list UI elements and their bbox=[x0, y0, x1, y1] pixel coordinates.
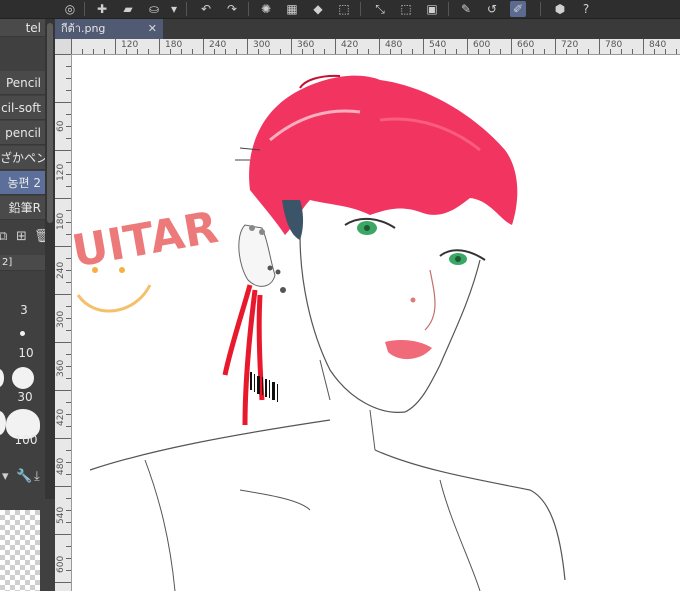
color-preview-checker bbox=[0, 510, 40, 591]
ruler-left: 60 120 180 240 300 360 420 480 540 600 bbox=[55, 54, 72, 591]
ruler-left-label: 240 bbox=[56, 261, 66, 279]
brush-size-10[interactable]: 10 bbox=[14, 346, 38, 360]
ruler-top-label: 540 bbox=[429, 40, 447, 50]
ruler-top: 120 180 240 300 360 420 480 540 600 660 … bbox=[71, 39, 680, 55]
lips bbox=[385, 340, 432, 360]
wrench-icon[interactable]: 🔧 bbox=[16, 469, 32, 484]
size-panel-header: 2] bbox=[0, 255, 45, 271]
ruler-top-label: 180 bbox=[165, 40, 183, 50]
drawing-canvas[interactable]: UITAR bbox=[72, 55, 680, 591]
brush-size-dot bbox=[20, 331, 25, 336]
artwork: UITAR bbox=[72, 74, 566, 591]
ruler-left-label: 540 bbox=[56, 506, 66, 524]
ruler-top-label: 420 bbox=[341, 40, 359, 50]
redo-icon[interactable]: ↷ bbox=[224, 1, 240, 17]
ruler-top-label: 780 bbox=[605, 40, 623, 50]
dropdown-icon[interactable]: ▾ bbox=[166, 1, 182, 17]
brush-size-dot bbox=[0, 411, 6, 435]
fill-icon[interactable]: ▦ bbox=[284, 1, 300, 17]
invert-icon[interactable]: ▣ bbox=[424, 1, 440, 17]
ruler-top-label: 600 bbox=[473, 40, 491, 50]
eraser-icon[interactable]: ↺ bbox=[484, 1, 500, 17]
tab-title: กีต้า.png bbox=[61, 22, 106, 35]
transform-icon[interactable]: ◆ bbox=[310, 1, 326, 17]
ruler-left-label: 120 bbox=[56, 163, 66, 181]
ruler-top-ticks bbox=[71, 39, 677, 54]
toolbar-divider bbox=[360, 2, 361, 16]
ruler-left-label: 480 bbox=[56, 457, 66, 475]
ruler-left-label: 600 bbox=[56, 555, 66, 573]
ruler-top-label: 660 bbox=[517, 40, 535, 50]
shoulders bbox=[89, 419, 566, 581]
toolbar-divider bbox=[186, 2, 187, 16]
brush-size-dot bbox=[0, 369, 4, 387]
hair-strands bbox=[222, 284, 265, 426]
ruler-left-label: 300 bbox=[56, 310, 66, 328]
undo-icon[interactable]: ↶ bbox=[198, 1, 214, 17]
document-tabbar: กีต้า.png ✕ bbox=[55, 19, 680, 39]
help-icon[interactable]: ? bbox=[578, 1, 594, 17]
panel-header: tel bbox=[0, 19, 45, 37]
new-icon[interactable]: ✚ bbox=[94, 1, 110, 17]
ruler-left-label: 360 bbox=[56, 359, 66, 377]
deselect-icon[interactable]: ⬚ bbox=[398, 1, 414, 17]
brush-item-pencil-soft[interactable]: cil-soft bbox=[0, 96, 45, 120]
ruler-top-label: 720 bbox=[561, 40, 579, 50]
ear bbox=[238, 224, 276, 287]
ruler-left-label: 180 bbox=[56, 212, 66, 230]
artwork-text: UITAR bbox=[72, 202, 222, 278]
pen-icon[interactable]: ✎ bbox=[458, 1, 474, 17]
add-icon[interactable]: ⊞ bbox=[16, 229, 27, 244]
quick-access-icon[interactable]: ◎ bbox=[62, 1, 78, 17]
brush-item-zaka-pen[interactable]: ざかペン bbox=[0, 146, 45, 170]
ruler-top-label: 360 bbox=[297, 40, 315, 50]
toolbar-divider bbox=[248, 2, 249, 16]
brush-panel-scrollbar[interactable] bbox=[45, 19, 55, 499]
ruler-left-label: 60 bbox=[56, 120, 66, 132]
settings-icon[interactable]: ▾ bbox=[2, 469, 9, 484]
tab-document[interactable]: กีต้า.png ✕ bbox=[55, 19, 163, 39]
brush-size-3[interactable]: 3 bbox=[14, 303, 34, 317]
toolbar-divider bbox=[448, 2, 449, 16]
brush-size-30[interactable]: 30 bbox=[12, 390, 38, 404]
copy-icon[interactable]: ⧉ bbox=[0, 229, 7, 244]
ruler-top-label: 840 bbox=[649, 40, 667, 50]
toolbar-divider bbox=[84, 2, 85, 16]
ruler-left-label: 420 bbox=[56, 408, 66, 426]
save-icon[interactable]: ⛀ bbox=[146, 1, 162, 17]
ruler-corner bbox=[55, 39, 72, 55]
ruler-icon[interactable]: ✐ bbox=[510, 1, 526, 17]
clip-icon[interactable]: ⬢ bbox=[552, 1, 568, 17]
cut-icon[interactable]: ⤡ bbox=[372, 1, 388, 17]
ruler-top-label: 300 bbox=[253, 40, 271, 50]
ruler-top-label: 480 bbox=[385, 40, 403, 50]
ruler-top-label: 240 bbox=[209, 40, 227, 50]
brush-item-enpitsu-r[interactable]: 鉛筆R bbox=[0, 196, 45, 220]
selection-icon[interactable]: ⬚ bbox=[336, 1, 352, 17]
brush-item-pencil-lower[interactable]: pencil bbox=[0, 121, 45, 145]
toolbar-divider bbox=[540, 2, 541, 16]
open-icon[interactable]: ▰ bbox=[120, 1, 136, 17]
brush-item-korean-pencil[interactable]: 농편 2 bbox=[0, 171, 45, 195]
brush-size-dot bbox=[12, 367, 34, 389]
ruler-top-label: 120 bbox=[121, 40, 139, 50]
main-toolbar: ◎ ✚ ▰ ⛀ ▾ ↶ ↷ ✺ ▦ ◆ ⬚ ⤡ ⬚ ▣ ✎ ↺ ✐ ⬢ ? bbox=[0, 0, 680, 19]
brush-size-100[interactable]: 100 bbox=[10, 433, 42, 447]
busy-icon[interactable]: ✺ bbox=[258, 1, 274, 17]
brush-item-pencil[interactable]: Pencil bbox=[0, 71, 45, 95]
close-icon[interactable]: ✕ bbox=[148, 19, 157, 39]
download-icon[interactable]: ⤓ bbox=[34, 469, 40, 484]
